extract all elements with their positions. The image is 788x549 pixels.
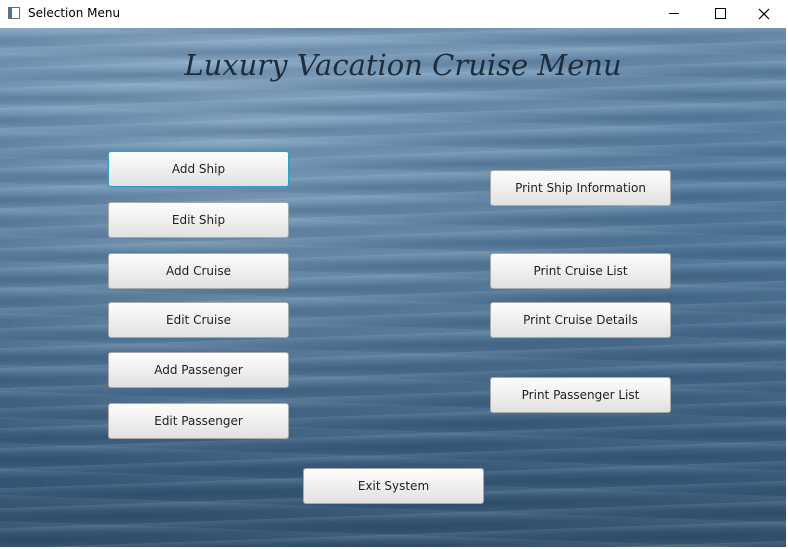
- menu-panel: Luxury Vacation Cruise Menu Add Ship Edi…: [0, 28, 786, 547]
- print-passenger-list-button[interactable]: Print Passenger List: [490, 377, 671, 413]
- add-ship-button[interactable]: Add Ship: [108, 151, 289, 187]
- app-icon: [8, 7, 20, 19]
- add-cruise-button[interactable]: Add Cruise: [108, 253, 289, 289]
- title-bar[interactable]: Selection Menu: [0, 0, 788, 28]
- print-cruise-list-button[interactable]: Print Cruise List: [490, 253, 671, 289]
- close-icon: [758, 8, 770, 20]
- edit-passenger-button[interactable]: Edit Passenger: [108, 403, 289, 439]
- close-button[interactable]: [742, 0, 788, 28]
- selection-menu-window: Selection Menu Luxury Vacation Cruise Me…: [0, 0, 788, 549]
- maximize-button[interactable]: [697, 0, 743, 28]
- menu-heading: Luxury Vacation Cruise Menu: [184, 48, 622, 82]
- print-cruise-details-button[interactable]: Print Cruise Details: [490, 302, 671, 338]
- window-title: Selection Menu: [28, 6, 121, 20]
- edit-ship-button[interactable]: Edit Ship: [108, 202, 289, 238]
- edit-cruise-button[interactable]: Edit Cruise: [108, 302, 289, 338]
- print-ship-information-button[interactable]: Print Ship Information: [490, 170, 671, 206]
- minimize-button[interactable]: [651, 0, 697, 28]
- add-passenger-button[interactable]: Add Passenger: [108, 352, 289, 388]
- exit-system-button[interactable]: Exit System: [303, 468, 484, 504]
